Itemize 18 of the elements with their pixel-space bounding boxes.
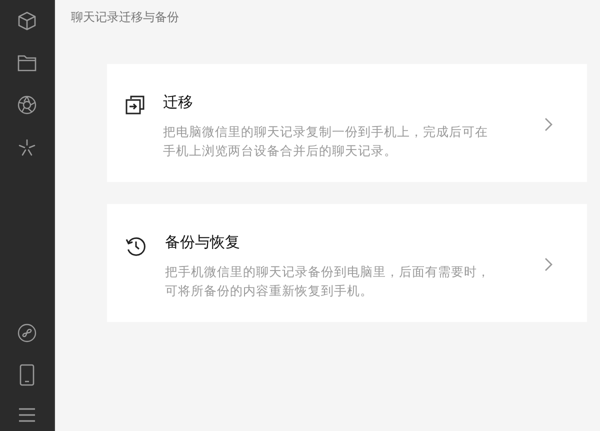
history-icon [125, 235, 147, 257]
menu-icon[interactable] [18, 407, 36, 423]
sparkle-icon[interactable] [17, 138, 37, 158]
aperture-icon[interactable] [17, 95, 37, 115]
option-card[interactable]: 备份与恢复 把手机微信里的聊天记录备份到电脑里，后面有需要时， 可将所备份的内容重新恢复到手机。 [107, 204, 587, 322]
option-card[interactable]: 迁移 把电脑微信里的聊天记录复制一份到手机上，完成后可在 手机上浏览两台设备合并后的聊天记录。 [107, 64, 587, 182]
option-description: 把电脑微信里的聊天记录复制一份到手机上，完成后可在 手机上浏览两台设备合并后的聊天记录。 [163, 123, 489, 160]
transfer-icon [125, 95, 145, 115]
mini-program-icon[interactable] [17, 323, 37, 343]
option-title: 迁移 [163, 92, 194, 112]
option-title: 备份与恢复 [165, 232, 241, 252]
page-title: 聊天记录迁移与备份 [71, 9, 180, 26]
option-description: 把手机微信里的聊天记录备份到电脑里，后面有需要时， 可将所备份的内容重新恢复到手机。 [165, 263, 491, 300]
phone-icon[interactable] [19, 364, 35, 386]
chevron-right-icon [544, 117, 553, 132]
folder-icon[interactable] [17, 54, 37, 72]
chevron-right-icon [544, 257, 553, 272]
cube-icon[interactable] [17, 11, 37, 31]
